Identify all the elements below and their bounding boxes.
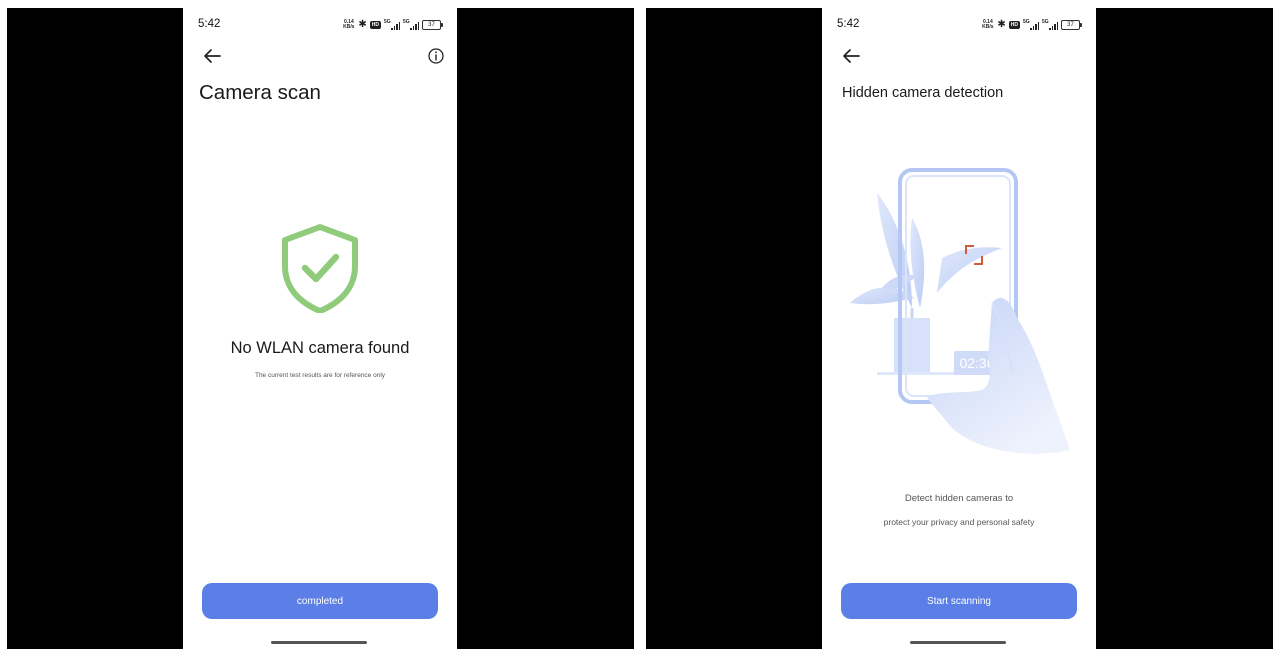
home-indicator[interactable]	[910, 641, 1006, 644]
bluetooth-icon: ✱	[997, 19, 1006, 30]
hidden-camera-illustration: 02:36	[850, 168, 1070, 454]
page-title: Camera scan	[199, 81, 321, 104]
battery-icon: 37	[1061, 20, 1082, 30]
hd-icon: HD	[369, 21, 381, 29]
bluetooth-icon: ✱	[358, 19, 367, 30]
description-line-2: protect your privacy and personal safety	[883, 517, 1035, 527]
status-time: 5:42	[198, 18, 221, 30]
description-line-1: Detect hidden cameras to	[904, 493, 1014, 504]
status-icons: 0.14 KB/s ✱ HD 5G 5G 37	[342, 19, 443, 30]
network-speed: 0.14 KB/s	[982, 19, 994, 30]
info-icon[interactable]	[427, 47, 445, 65]
left-screenshot-panel: 5:42 0.14 KB/s ✱ HD 5G 5G 37 Camera scan…	[7, 8, 634, 649]
right-screenshot-panel: 5:42 0.14 KB/s ✱ HD 5G 5G 37 Hidden came…	[646, 8, 1273, 649]
status-bar: 5:42 0.14 KB/s ✱ HD 5G 5G 37	[837, 17, 1082, 33]
scan-result-text: No WLAN camera found	[230, 339, 410, 357]
hidden-camera-detection-screen: 5:42 0.14 KB/s ✱ HD 5G 5G 37 Hidden came…	[822, 8, 1096, 649]
network-speed: 0.14 KB/s	[343, 19, 355, 30]
reference-note: The current test results are for referen…	[254, 372, 386, 379]
shield-check-icon	[282, 224, 358, 313]
status-icons: 0.14 KB/s ✱ HD 5G 5G 37	[981, 19, 1082, 30]
page-title: Hidden camera detection	[842, 85, 1004, 101]
home-indicator[interactable]	[271, 641, 367, 644]
camera-scan-screen: 5:42 0.14 KB/s ✱ HD 5G 5G 37 Camera scan…	[183, 8, 457, 649]
back-arrow-icon[interactable]	[839, 46, 863, 66]
signal-icon: 5G	[384, 19, 400, 30]
battery-icon: 37	[422, 20, 443, 30]
back-arrow-icon[interactable]	[200, 46, 224, 66]
completed-button[interactable]: completed	[202, 583, 438, 619]
signal-icon: 5G	[1023, 19, 1039, 30]
signal-icon: 5G	[1042, 19, 1058, 30]
signal-icon: 5G	[403, 19, 419, 30]
hd-icon: HD	[1008, 21, 1020, 29]
start-scanning-button[interactable]: Start scanning	[841, 583, 1077, 619]
status-time: 5:42	[837, 18, 860, 30]
status-bar: 5:42 0.14 KB/s ✱ HD 5G 5G 37	[198, 17, 443, 33]
